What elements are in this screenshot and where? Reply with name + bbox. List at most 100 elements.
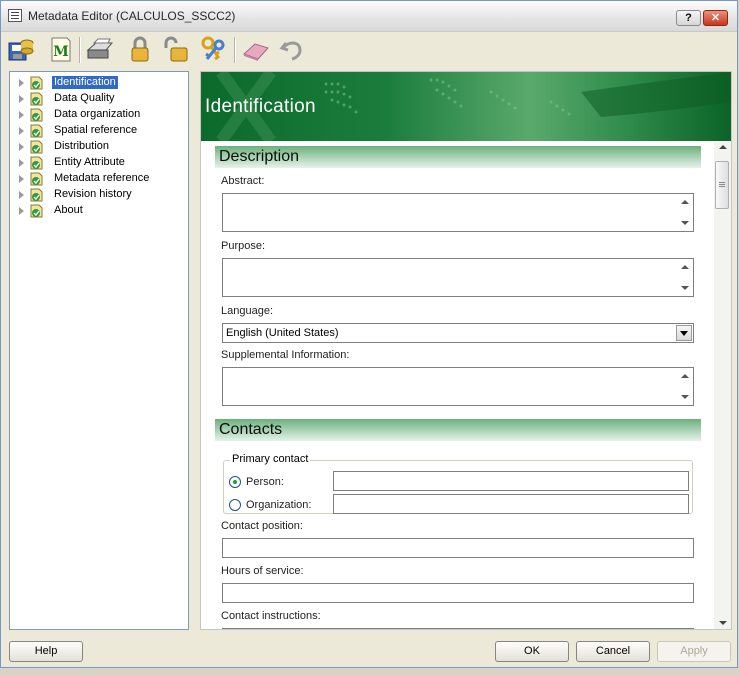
hours-of-service-label: Hours of service: <box>221 565 304 577</box>
tree-item-revision-history[interactable]: Revision history <box>10 187 188 203</box>
checked-node-icon <box>30 92 43 106</box>
svg-text:M: M <box>53 44 69 60</box>
banner-title: Identification <box>205 96 316 117</box>
expand-arrow-icon[interactable] <box>19 95 24 103</box>
contact-instructions-label: Contact instructions: <box>221 610 321 622</box>
purpose-textarea[interactable] <box>222 258 694 297</box>
primary-contact-group: Primary contact Person: Organization: <box>223 453 693 514</box>
supplemental-information-textarea[interactable] <box>222 367 694 406</box>
supplemental-information-label: Supplemental Information: <box>221 349 350 361</box>
tree-label[interactable]: Distribution <box>52 140 111 153</box>
scroll-down-arrow-icon[interactable] <box>719 621 727 625</box>
textarea-scrollbar[interactable] <box>677 194 693 231</box>
tree-label[interactable]: About <box>52 204 85 217</box>
tree-label[interactable]: Metadata reference <box>52 172 151 185</box>
scroll-up-arrow-icon[interactable] <box>719 145 727 149</box>
tree-item-data-quality[interactable]: Data Quality <box>10 91 188 107</box>
language-label: Language: <box>221 305 273 317</box>
toolbar: M <box>1 32 737 65</box>
toolbar-separator <box>234 37 236 63</box>
description-header: Description <box>215 146 701 168</box>
scroll-down-arrow-icon[interactable] <box>681 395 689 399</box>
tree-label[interactable]: Data Quality <box>52 92 117 105</box>
unlock-icon[interactable] <box>161 34 191 64</box>
tree-item-entity-attribute[interactable]: Entity Attribute <box>10 155 188 171</box>
organization-label: Organization: <box>246 499 312 511</box>
section-banner: Identification <box>201 72 731 141</box>
checked-node-icon <box>30 140 43 154</box>
chevron-down-icon[interactable] <box>676 325 692 341</box>
scroll-up-arrow-icon[interactable] <box>681 200 689 204</box>
scroll-up-arrow-icon[interactable] <box>681 374 689 378</box>
tree-item-spatial-reference[interactable]: Spatial reference <box>10 123 188 139</box>
scroll-down-arrow-icon[interactable] <box>681 286 689 290</box>
toolbar-separator <box>79 37 81 63</box>
metadata-m-icon[interactable]: M <box>45 34 75 64</box>
person-radio[interactable] <box>229 476 241 488</box>
save-to-database-icon[interactable] <box>6 34 36 64</box>
apply-button[interactable]: Apply <box>657 641 731 662</box>
purpose-label: Purpose: <box>221 240 266 252</box>
language-select[interactable]: English (United States) <box>222 323 694 343</box>
ok-button[interactable]: OK <box>495 641 569 662</box>
person-label: Person: <box>246 476 284 488</box>
scroll-thumb[interactable] <box>715 161 729 209</box>
language-value: English (United States) <box>226 327 339 339</box>
help-button[interactable]: Help <box>9 641 83 662</box>
expand-arrow-icon[interactable] <box>19 207 24 215</box>
person-field[interactable] <box>333 471 689 491</box>
expand-arrow-icon[interactable] <box>19 143 24 151</box>
expand-arrow-icon[interactable] <box>19 191 24 199</box>
tree-label[interactable]: Identification <box>52 76 118 89</box>
window-title: Metadata Editor (CALCULOS_SSCC2) <box>28 9 236 23</box>
contacts-header: Contacts <box>215 419 701 441</box>
contact-position-field[interactable] <box>222 538 694 558</box>
scroll-up-arrow-icon[interactable] <box>681 265 689 269</box>
tree-item-distribution[interactable]: Distribution <box>10 139 188 155</box>
undo-icon[interactable] <box>277 34 307 64</box>
navigation-tree: Identification Data Quality Data organiz… <box>9 71 189 630</box>
tree-item-identification[interactable]: Identification <box>10 75 188 91</box>
expand-arrow-icon[interactable] <box>19 175 24 183</box>
keys-icon[interactable] <box>198 34 228 64</box>
expand-arrow-icon[interactable] <box>19 79 24 87</box>
checked-node-icon <box>30 76 43 90</box>
abstract-label: Abstract: <box>221 175 265 187</box>
checked-node-icon <box>30 108 43 122</box>
app-icon <box>8 9 22 22</box>
title-bar[interactable]: Metadata Editor (CALCULOS_SSCC2) ? ✕ <box>1 1 737 32</box>
tree-label[interactable]: Revision history <box>52 188 134 201</box>
checked-node-icon <box>30 156 43 170</box>
tree-label[interactable]: Spatial reference <box>52 124 139 137</box>
expand-arrow-icon[interactable] <box>19 111 24 119</box>
cancel-button[interactable]: Cancel <box>576 641 650 662</box>
organization-field[interactable] <box>333 494 689 514</box>
checked-node-icon <box>30 124 43 138</box>
contact-position-label: Contact position: <box>221 520 303 532</box>
tree-item-about[interactable]: About <box>10 203 188 219</box>
content-scrollbar[interactable] <box>714 141 731 629</box>
expand-arrow-icon[interactable] <box>19 127 24 135</box>
eraser-icon[interactable] <box>241 34 271 64</box>
textarea-scrollbar[interactable] <box>677 259 693 296</box>
tree-label[interactable]: Entity Attribute <box>52 156 127 169</box>
tree-label[interactable]: Data organization <box>52 108 142 121</box>
checked-node-icon <box>30 188 43 202</box>
tree-item-data-organization[interactable]: Data organization <box>10 107 188 123</box>
hours-of-service-field[interactable] <box>222 583 694 603</box>
primary-contact-legend: Primary contact <box>230 453 311 465</box>
help-title-button[interactable]: ? <box>676 10 701 26</box>
tree-item-metadata-reference[interactable]: Metadata reference <box>10 171 188 187</box>
expand-arrow-icon[interactable] <box>19 159 24 167</box>
metadata-editor-window: Metadata Editor (CALCULOS_SSCC2) ? ✕ M I… <box>0 0 738 668</box>
organization-radio[interactable] <box>229 499 241 511</box>
print-icon[interactable] <box>84 34 114 64</box>
textarea-scrollbar[interactable] <box>677 368 693 405</box>
checked-node-icon <box>30 204 43 218</box>
lock-icon[interactable] <box>125 34 155 64</box>
close-title-button[interactable]: ✕ <box>703 10 728 26</box>
abstract-textarea[interactable] <box>222 193 694 232</box>
checked-node-icon <box>30 172 43 186</box>
contact-instructions-field[interactable] <box>222 628 694 629</box>
scroll-down-arrow-icon[interactable] <box>681 221 689 225</box>
